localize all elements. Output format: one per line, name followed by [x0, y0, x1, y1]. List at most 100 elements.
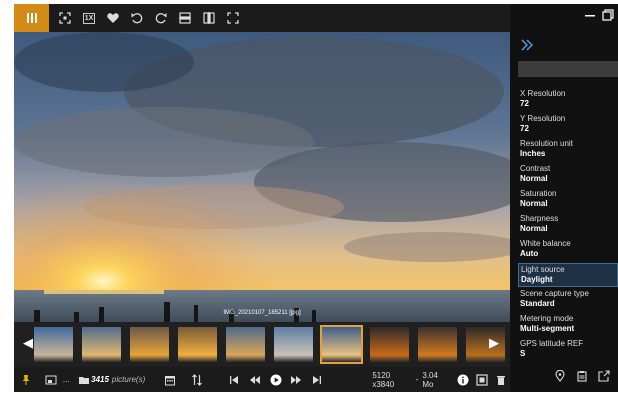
properties-search-input[interactable]: [518, 61, 618, 77]
clipboard-button[interactable]: [572, 366, 592, 386]
flip-vertical-button[interactable]: [174, 7, 196, 29]
calendar-icon: [165, 375, 176, 385]
property-key: Scene capture type: [520, 289, 589, 298]
property-key: X Resolution: [520, 89, 566, 98]
property-value: Normal: [520, 224, 548, 233]
folder-icon: [78, 376, 89, 384]
thumbnail[interactable]: [128, 325, 171, 364]
thumbnail-image: [370, 327, 409, 362]
favorite-button[interactable]: [102, 7, 124, 29]
fullscreen-button[interactable]: [472, 367, 491, 392]
crop-icon: [227, 12, 239, 24]
property-value: Inches: [520, 149, 546, 158]
thumbnail[interactable]: [368, 325, 411, 364]
location-button[interactable]: [550, 366, 570, 386]
property-item[interactable]: X Resolution 72: [518, 88, 618, 112]
thumbnail[interactable]: [176, 325, 219, 364]
thumbnail[interactable]: [224, 325, 267, 364]
property-item[interactable]: Y Resolution 72: [518, 113, 618, 137]
property-item[interactable]: GPS latitude REF S: [518, 338, 618, 362]
main-photo[interactable]: [14, 32, 510, 322]
open-folder-icon: [45, 375, 57, 384]
play-button[interactable]: [265, 367, 286, 392]
pin-icon: [22, 374, 30, 385]
first-image-button[interactable]: [224, 367, 245, 392]
share-icon: [598, 370, 610, 382]
property-item[interactable]: Sharpness Normal: [518, 213, 618, 237]
property-item[interactable]: Contrast Normal: [518, 163, 618, 187]
thumbnail[interactable]: [272, 325, 315, 364]
restore-button[interactable]: [602, 8, 614, 21]
minimize-icon: [585, 15, 595, 17]
rotate-left-icon: [131, 13, 143, 24]
property-value: S: [520, 349, 526, 358]
clipboard-icon: [577, 371, 587, 382]
property-item[interactable]: White balance Auto: [518, 238, 618, 262]
top-toolbar: 1X: [14, 4, 510, 32]
thumbnail-image: [34, 327, 73, 362]
panel-actions: [510, 364, 618, 388]
thumbnail-image: [274, 327, 313, 362]
thumbnail-image: [226, 327, 265, 362]
thumbnail-image: [322, 327, 361, 362]
path-ellipsis[interactable]: ...: [63, 375, 76, 384]
fast-forward-button[interactable]: [286, 367, 307, 392]
calendar-button[interactable]: [157, 367, 183, 392]
chevron-right-icon: ▶: [489, 335, 499, 350]
properties-panel: X Resolution 72 Y Resolution 72 Resolution u…: [510, 4, 618, 392]
property-key: White balance: [520, 239, 571, 248]
play-icon: [270, 374, 282, 385]
open-folder-button[interactable]: [38, 367, 62, 392]
double-chevron-right-icon: [521, 39, 533, 51]
info-button[interactable]: [454, 367, 473, 392]
fit-button[interactable]: [54, 7, 76, 29]
minimize-button[interactable]: [584, 8, 596, 20]
property-key: Y Resolution: [520, 114, 566, 123]
property-item[interactable]: Resolution unit Inches: [518, 138, 618, 162]
photo-viewer-window: 1X IMG_20210107_185211 [jpg] ◀ ▶ ... 341…: [14, 4, 618, 392]
collapse-panel-button[interactable]: [520, 38, 534, 52]
property-key: Contrast: [520, 164, 551, 173]
folder-icon-wrap: [76, 367, 91, 392]
picture-count: 3415: [91, 375, 109, 384]
property-value: 72: [520, 124, 529, 133]
image-dimensions: 5120 x3840: [372, 370, 395, 389]
flip-horizontal-icon: [203, 12, 215, 24]
property-item[interactable]: Saturation Normal: [518, 188, 618, 212]
heart-icon: [107, 13, 119, 23]
property-key: Light source: [521, 265, 565, 274]
flip-horizontal-button[interactable]: [198, 7, 220, 29]
thumbnail[interactable]: [32, 325, 75, 364]
rotate-right-icon: [155, 13, 167, 24]
thumbnail-next-button[interactable]: ▶: [486, 335, 502, 355]
property-value: Auto: [520, 249, 539, 258]
crop-button[interactable]: [222, 7, 244, 29]
property-item[interactable]: Metering mode Multi-segment: [518, 313, 618, 337]
share-button[interactable]: [594, 366, 614, 386]
pin-button[interactable]: [14, 367, 38, 392]
rotate-right-button[interactable]: [150, 7, 172, 29]
property-value: Daylight: [521, 275, 553, 284]
property-item[interactable]: Light source Daylight: [518, 263, 618, 287]
menu-button[interactable]: [14, 4, 49, 32]
thumbnail-strip: ◀ ▶: [14, 322, 510, 367]
sort-button[interactable]: [184, 367, 210, 392]
rewind-button[interactable]: [245, 367, 266, 392]
thumbnail[interactable]: [80, 325, 123, 364]
zoom-1x-button[interactable]: 1X: [78, 7, 100, 29]
thumbnail[interactable]: [320, 325, 363, 364]
fast-forward-icon: [291, 375, 302, 384]
thumbnail[interactable]: [416, 325, 459, 364]
delete-button[interactable]: [491, 367, 510, 392]
fullscreen-icon: [476, 373, 488, 386]
rotate-left-button[interactable]: [126, 7, 148, 29]
thumbnail-image: [418, 327, 457, 362]
property-key: GPS latitude REF: [520, 339, 584, 348]
zoom-1x-icon: 1X: [82, 12, 96, 24]
info-icon: [457, 374, 469, 385]
last-image-button[interactable]: [307, 367, 328, 392]
property-item[interactable]: Scene capture type Standard: [518, 288, 618, 312]
map-pin-icon: [555, 370, 565, 382]
thumbnail-image: [130, 327, 169, 362]
image-caption: IMG_20210107_185211 [jpg]: [223, 310, 301, 316]
